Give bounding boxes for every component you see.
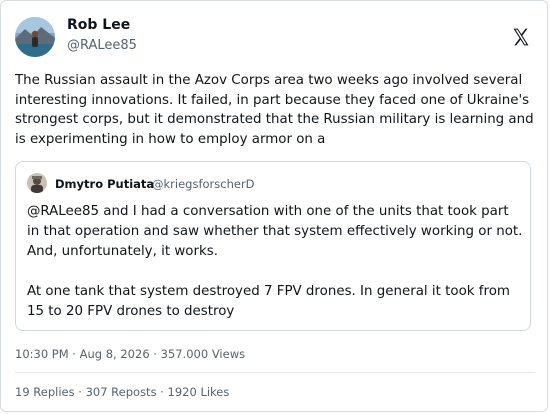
- separator: ·: [68, 347, 80, 361]
- tweet-meta: 10:30 PM · Aug 8, 2026 · 357.000 Views: [15, 347, 245, 361]
- tweet-text: The Russian assault in the Azov Corps ar…: [15, 73, 534, 147]
- author-name[interactable]: Rob Lee: [67, 17, 130, 33]
- author-avatar[interactable]: [15, 17, 55, 57]
- avatar-image: [15, 17, 55, 57]
- quoted-text: @RALee85 and I had a conversation with o…: [27, 202, 523, 322]
- separator: ·: [74, 385, 86, 399]
- divider: [15, 372, 535, 373]
- tweet-views: 357.000 Views: [160, 347, 246, 361]
- x-logo-icon[interactable]: [511, 27, 531, 47]
- quoted-tweet[interactable]: Dmytro Putiata @kriegsforscherD @RALee85…: [15, 161, 531, 331]
- quoted-author-name[interactable]: Dmytro Putiata: [55, 177, 154, 191]
- quoted-author-handle[interactable]: @kriegsforscherD: [152, 177, 255, 191]
- likes-count[interactable]: 1920 Likes: [168, 385, 230, 399]
- tweet-time[interactable]: 10:30 PM: [15, 347, 69, 361]
- quoted-paragraph: At one tank that system destroyed 7 FPV …: [27, 284, 510, 319]
- tweet-date[interactable]: Aug 8, 2026: [80, 347, 150, 361]
- reposts-count[interactable]: 307 Reposts: [86, 385, 157, 399]
- quoted-paragraph: @RALee85 and I had a conversation with o…: [27, 204, 523, 259]
- separator: ·: [156, 385, 168, 399]
- quoted-author-avatar[interactable]: [27, 173, 47, 193]
- tweet-stats: 19 Replies · 307 Reposts · 1920 Likes: [15, 385, 229, 399]
- separator: ·: [149, 347, 161, 361]
- tweet-card: Rob Lee @RALee85 The Russian assault in …: [0, 0, 548, 412]
- quoted-avatar-image: [27, 173, 47, 193]
- author-handle[interactable]: @RALee85: [67, 38, 137, 53]
- replies-count[interactable]: 19 Replies: [15, 385, 75, 399]
